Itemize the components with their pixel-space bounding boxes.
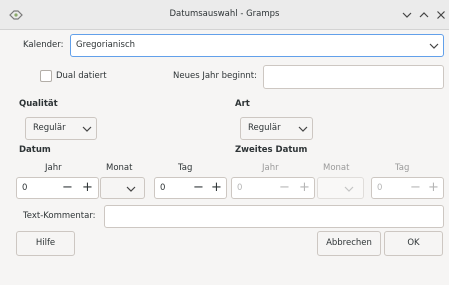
- month-label: Monat: [106, 163, 133, 173]
- second-month-dropdown[interactable]: [317, 177, 364, 199]
- minimize-chevron-down-icon[interactable]: [402, 10, 412, 23]
- dual-dated-label: Dual datiert: [56, 71, 107, 81]
- chevron-down-icon: [82, 126, 92, 132]
- text-comment-input[interactable]: [104, 205, 444, 228]
- window-title: Datumsauswahl - Gramps: [169, 9, 280, 19]
- second-date-heading: Zweites Datum: [235, 145, 308, 155]
- quality-heading: Qualität: [19, 99, 58, 109]
- dual-dated-checkbox[interactable]: [40, 70, 52, 82]
- year-spin[interactable]: 0 − +: [16, 177, 99, 199]
- help-button[interactable]: Hilfe: [16, 231, 75, 256]
- month-dropdown[interactable]: [100, 177, 145, 199]
- increment-button[interactable]: +: [211, 180, 222, 195]
- close-icon[interactable]: [436, 10, 446, 23]
- decrement-button[interactable]: −: [279, 180, 290, 195]
- second-day-spin[interactable]: 0 − +: [371, 177, 444, 199]
- calendar-value: Gregorianisch: [76, 40, 136, 50]
- quality-value: Regulär: [33, 123, 66, 133]
- decrement-button[interactable]: −: [193, 180, 204, 195]
- increment-button[interactable]: +: [428, 180, 439, 195]
- increment-button[interactable]: +: [82, 180, 93, 195]
- dialog-footer: [0, 262, 449, 285]
- second-year-label: Jahr: [262, 163, 279, 173]
- calendar-combobox[interactable]: Gregorianisch: [70, 34, 444, 57]
- day-label: Tag: [178, 163, 193, 173]
- type-value: Regulär: [248, 123, 281, 133]
- text-comment-label: Text-Kommentar:: [23, 211, 96, 221]
- type-dropdown[interactable]: Regulär: [240, 117, 313, 140]
- cancel-button[interactable]: Abbrechen: [317, 231, 381, 256]
- year-label: Jahr: [45, 163, 62, 173]
- type-heading: Art: [235, 99, 250, 109]
- chevron-down-icon: [298, 126, 308, 132]
- new-year-label: Neues Jahr beginnt:: [173, 71, 257, 81]
- increment-button[interactable]: +: [299, 180, 310, 195]
- second-month-label: Monat: [323, 163, 350, 173]
- chevron-down-icon: [126, 186, 136, 192]
- maximize-chevron-up-icon[interactable]: [419, 10, 429, 23]
- quality-dropdown[interactable]: Regulär: [25, 117, 97, 140]
- ok-button[interactable]: OK: [384, 231, 443, 256]
- calendar-label: Kalender:: [23, 40, 64, 50]
- second-day-label: Tag: [395, 163, 410, 173]
- date-heading: Datum: [19, 145, 51, 155]
- new-year-input[interactable]: [263, 65, 444, 89]
- second-year-spin[interactable]: 0 − +: [231, 177, 315, 199]
- decrement-button[interactable]: −: [62, 180, 73, 195]
- day-spin[interactable]: 0 − +: [154, 177, 227, 199]
- decrement-button[interactable]: −: [410, 180, 421, 195]
- chevron-down-icon: [344, 186, 354, 192]
- chevron-down-icon: [429, 43, 439, 49]
